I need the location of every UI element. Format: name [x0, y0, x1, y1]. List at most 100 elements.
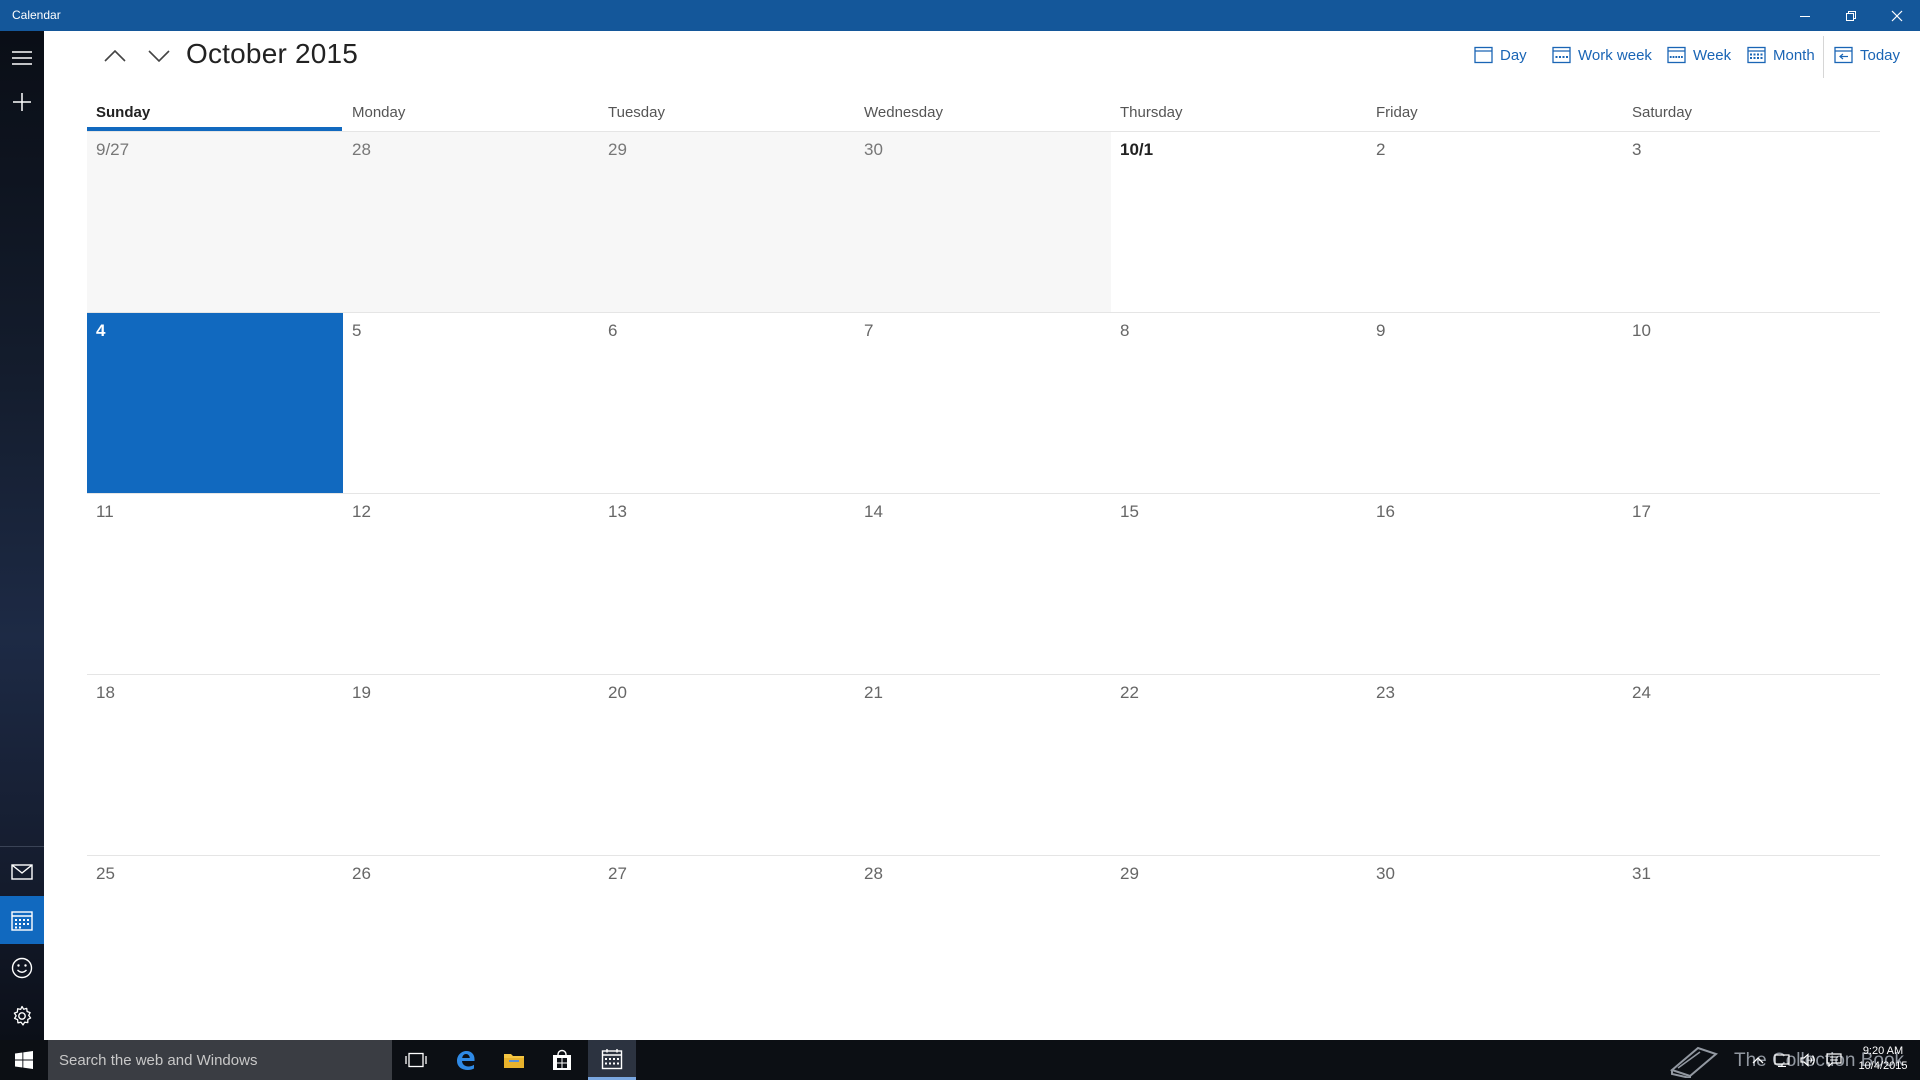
network-icon[interactable]: [1774, 1053, 1790, 1067]
month-title[interactable]: October 2015: [186, 38, 358, 70]
day-cell[interactable]: 13: [599, 494, 855, 675]
day-number: 16: [1376, 502, 1395, 521]
day-number: 9/27: [96, 140, 130, 159]
day-number: 5: [352, 321, 362, 340]
day-cell[interactable]: 6: [599, 313, 855, 494]
chevron-down-icon: [148, 50, 170, 62]
day-number: 3: [1632, 140, 1642, 159]
day-number: 11: [96, 502, 114, 521]
windows-logo-icon: [15, 1051, 33, 1069]
restore-button[interactable]: [1828, 0, 1874, 31]
system-tray: [1752, 1040, 1842, 1080]
day-cell[interactable]: 5: [343, 313, 599, 494]
day-cell[interactable]: 19: [343, 675, 599, 856]
day-number: 28: [352, 140, 371, 159]
chevron-up-icon[interactable]: [1752, 1056, 1764, 1064]
calendar-workweek-icon: [1552, 46, 1571, 64]
day-number: 2: [1376, 140, 1386, 159]
day-cell[interactable]: 20: [599, 675, 855, 856]
day-cell[interactable]: 17: [1623, 494, 1880, 675]
day-cell[interactable]: 14: [855, 494, 1111, 675]
taskbar-clock[interactable]: 9:20 AM 10/4/2015: [1852, 1044, 1914, 1074]
calendar-button[interactable]: [0, 896, 44, 944]
day-cell[interactable]: 9/27: [87, 132, 343, 313]
calendar-day-icon: [1474, 46, 1493, 64]
mail-button[interactable]: [0, 848, 44, 896]
day-cell[interactable]: 29: [599, 132, 855, 313]
day-cell[interactable]: 15: [1111, 494, 1367, 675]
view-workweek-button[interactable]: Work week: [1552, 43, 1652, 67]
edge-browser-icon: [457, 1051, 475, 1070]
action-center-icon[interactable]: [1826, 1053, 1842, 1067]
day-cell-today[interactable]: 4: [87, 313, 343, 494]
minimize-icon: [1800, 15, 1810, 17]
day-cell[interactable]: 21: [855, 675, 1111, 856]
day-cell[interactable]: 8: [1111, 313, 1367, 494]
next-month-button[interactable]: [142, 40, 176, 72]
taskbar-calendar-button[interactable]: [588, 1040, 636, 1080]
day-cell[interactable]: 28: [855, 856, 1111, 1037]
day-cell[interactable]: 27: [599, 856, 855, 1037]
day-number: 25: [96, 864, 115, 883]
day-cell[interactable]: 10: [1623, 313, 1880, 494]
day-cell[interactable]: 26: [343, 856, 599, 1037]
day-number: 31: [1632, 864, 1651, 883]
view-separator: [1823, 36, 1824, 78]
volume-icon[interactable]: [1800, 1053, 1816, 1067]
day-cell[interactable]: 3: [1623, 132, 1880, 313]
day-number: 20: [608, 683, 627, 702]
day-cell[interactable]: 31: [1623, 856, 1880, 1037]
calendar-icon: [601, 1048, 623, 1069]
month-grid: 9/27 28 29 30 10/1 2 3 4 5 6 7 8 9 10 11…: [87, 132, 1880, 1036]
day-cell[interactable]: 25: [87, 856, 343, 1037]
today-label: Today: [1860, 46, 1901, 64]
day-cell[interactable]: 7: [855, 313, 1111, 494]
day-cell[interactable]: 29: [1111, 856, 1367, 1037]
view-week-button[interactable]: Week: [1667, 43, 1731, 67]
today-button[interactable]: Today: [1834, 43, 1900, 67]
day-number: 10: [1632, 321, 1651, 340]
restore-icon: [1846, 10, 1856, 21]
view-month-button[interactable]: Month: [1747, 43, 1815, 67]
day-cell[interactable]: 30: [1367, 856, 1623, 1037]
chevron-up-icon: [104, 50, 126, 62]
day-number: 18: [96, 683, 115, 702]
day-cell[interactable]: 11: [87, 494, 343, 675]
hamburger-menu-button[interactable]: [0, 34, 44, 82]
plus-icon: [13, 93, 31, 111]
previous-month-button[interactable]: [98, 40, 132, 72]
taskbar-file-explorer-button[interactable]: [490, 1040, 538, 1080]
day-cell[interactable]: 9: [1367, 313, 1623, 494]
start-button[interactable]: [0, 1040, 48, 1080]
feedback-button[interactable]: [0, 944, 44, 992]
new-event-button[interactable]: [0, 78, 44, 126]
settings-button[interactable]: [0, 992, 44, 1040]
day-number: 30: [1376, 864, 1395, 883]
day-cell[interactable]: 2: [1367, 132, 1623, 313]
clock-date: 10/4/2015: [1858, 1060, 1908, 1072]
day-number: 24: [1632, 683, 1651, 702]
view-day-label: Day: [1500, 46, 1527, 64]
calendar-month-icon: [1747, 46, 1766, 64]
day-cell[interactable]: 28: [343, 132, 599, 313]
calendar-icon: [11, 911, 33, 931]
day-number: 30: [864, 140, 883, 159]
day-cell[interactable]: 12: [343, 494, 599, 675]
day-number: 29: [1120, 864, 1139, 883]
taskbar-store-button[interactable]: [538, 1040, 586, 1080]
taskbar-search-box[interactable]: Search the web and Windows: [48, 1040, 392, 1080]
day-cell[interactable]: 23: [1367, 675, 1623, 856]
day-cell[interactable]: 24: [1623, 675, 1880, 856]
day-cell[interactable]: 16: [1367, 494, 1623, 675]
day-cell[interactable]: 10/1: [1111, 132, 1367, 313]
minimize-button[interactable]: [1782, 0, 1828, 31]
view-day-button[interactable]: Day: [1474, 43, 1527, 67]
task-view-icon: [405, 1052, 427, 1068]
day-cell[interactable]: 22: [1111, 675, 1367, 856]
task-view-button[interactable]: [392, 1040, 440, 1080]
day-of-week-header: Sunday Monday Tuesday Wednesday Thursday…: [87, 104, 1880, 132]
close-button[interactable]: [1874, 0, 1920, 31]
day-cell[interactable]: 18: [87, 675, 343, 856]
day-cell[interactable]: 30: [855, 132, 1111, 313]
taskbar-edge-button[interactable]: [441, 1040, 489, 1080]
